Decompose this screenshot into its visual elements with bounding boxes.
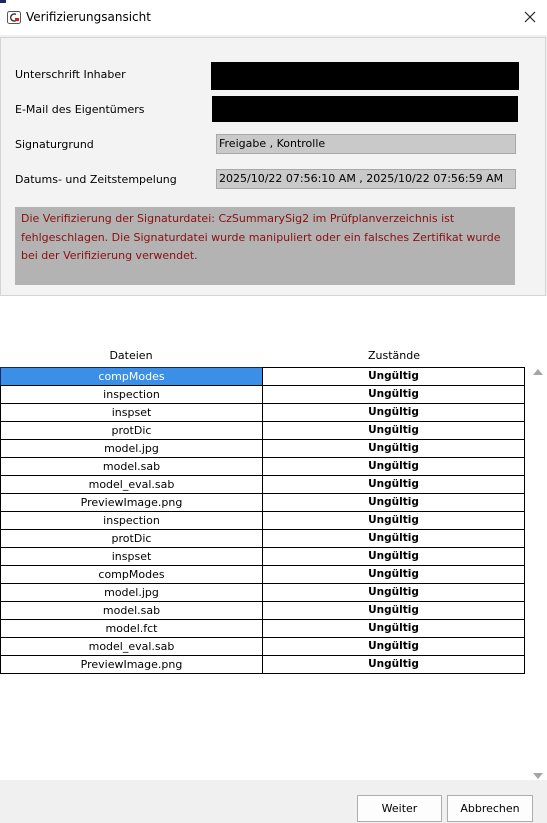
file-state-cell[interactable]: Ungültig	[262, 583, 525, 602]
file-name-cell[interactable]: model.jpg	[0, 439, 263, 458]
owner-email-redacted	[212, 96, 518, 122]
file-name-cell[interactable]: model.jpg	[0, 583, 263, 602]
table-row[interactable]: model_eval.sab Ungültig	[0, 637, 526, 656]
table-row[interactable]: compModes Ungültig	[0, 367, 526, 386]
file-name-cell[interactable]: model_eval.sab	[0, 637, 263, 656]
window-title: Verifizierungsansicht	[26, 10, 151, 24]
file-table: compModes Ungültig inspection Ungültig insps…	[0, 367, 526, 674]
file-name-cell[interactable]: model_eval.sab	[0, 475, 263, 494]
vertical-scrollbar[interactable]	[529, 369, 547, 781]
scroll-up-icon[interactable]	[533, 369, 543, 375]
file-state-cell[interactable]: Ungültig	[262, 475, 525, 494]
table-row[interactable]: model.fct Ungültig	[0, 619, 526, 638]
next-button[interactable]: Weiter	[357, 795, 442, 822]
scroll-down-icon[interactable]	[533, 773, 543, 779]
file-state-cell[interactable]: Ungültig	[262, 511, 525, 530]
file-name-cell[interactable]: inspset	[0, 547, 263, 566]
file-state-cell[interactable]: Ungültig	[262, 457, 525, 476]
file-state-cell[interactable]: Ungültig	[262, 565, 525, 584]
file-name-cell[interactable]: compModes	[0, 367, 263, 386]
file-name-cell[interactable]: inspection	[0, 385, 263, 404]
file-state-cell[interactable]: Ungültig	[262, 601, 525, 620]
file-name-cell[interactable]: protDic	[0, 529, 263, 548]
file-name-cell[interactable]: PreviewImage.png	[0, 655, 263, 674]
file-state-cell[interactable]: Ungültig	[262, 493, 525, 512]
file-state-cell[interactable]: Ungültig	[262, 403, 525, 422]
file-state-cell[interactable]: Ungültig	[262, 439, 525, 458]
owner-signature-redacted	[211, 62, 519, 90]
file-state-cell[interactable]: Ungültig	[262, 637, 525, 656]
file-state-cell[interactable]: Ungültig	[262, 619, 525, 638]
corner-mark	[0, 0, 6, 3]
column-header-files: Dateien	[109, 349, 153, 362]
signature-info-panel: Unterschrift Inhaber E-Mail des Eigentüm…	[0, 37, 546, 296]
file-name-cell[interactable]: inspection	[0, 511, 263, 530]
reason-label: Signaturgrund	[15, 138, 94, 151]
owner-email-label: E-Mail des Eigentümers	[15, 103, 145, 116]
file-status-list: Dateien Zustände compModes Ungültig inspec…	[0, 296, 547, 780]
table-row[interactable]: model.jpg Ungültig	[0, 583, 526, 602]
file-state-cell[interactable]: Ungültig	[262, 421, 525, 440]
file-name-cell[interactable]: PreviewImage.png	[0, 493, 263, 512]
reason-field: Freigabe , Kontrolle	[216, 134, 516, 154]
table-row[interactable]: inspection Ungültig	[0, 385, 526, 404]
file-state-cell[interactable]: Ungültig	[262, 655, 525, 674]
close-icon[interactable]	[519, 6, 541, 28]
column-header-states: Zustände	[367, 349, 420, 362]
table-row[interactable]: model_eval.sab Ungültig	[0, 475, 526, 494]
table-row[interactable]: protDic Ungültig	[0, 421, 526, 440]
file-state-cell[interactable]: Ungültig	[262, 547, 525, 566]
table-row[interactable]: compModes Ungültig	[0, 565, 526, 584]
file-state-cell[interactable]: Ungültig	[262, 367, 525, 386]
title-bar: Verifizierungsansicht	[0, 0, 547, 35]
file-state-cell[interactable]: Ungültig	[262, 385, 525, 404]
file-name-cell[interactable]: model.sab	[0, 457, 263, 476]
table-row[interactable]: model.jpg Ungültig	[0, 439, 526, 458]
owner-signature-label: Unterschrift Inhaber	[15, 68, 126, 81]
table-row[interactable]: PreviewImage.png Ungültig	[0, 655, 526, 674]
file-name-cell[interactable]: model.fct	[0, 619, 263, 638]
file-name-cell[interactable]: inspset	[0, 403, 263, 422]
file-name-cell[interactable]: protDic	[0, 421, 263, 440]
file-state-cell[interactable]: Ungültig	[262, 529, 525, 548]
timestamp-label: Datums- und Zeitstempelung	[15, 173, 177, 186]
app-icon	[7, 11, 21, 24]
button-bar: Weiter Abbrechen	[0, 780, 547, 823]
table-row[interactable]: PreviewImage.png Ungültig	[0, 493, 526, 512]
timestamp-field: 2025/10/22 07:56:10 AM , 2025/10/22 07:5…	[216, 169, 516, 189]
file-name-cell[interactable]: compModes	[0, 565, 263, 584]
error-message: Die Verifizierung der Signaturdatei: CzS…	[15, 207, 515, 285]
cancel-button[interactable]: Abbrechen	[447, 795, 533, 822]
table-row[interactable]: protDic Ungültig	[0, 529, 526, 548]
table-row[interactable]: model.sab Ungültig	[0, 457, 526, 476]
file-name-cell[interactable]: model.sab	[0, 601, 263, 620]
table-row[interactable]: inspset Ungültig	[0, 403, 526, 422]
table-row[interactable]: inspection Ungültig	[0, 511, 526, 530]
table-row[interactable]: inspset Ungültig	[0, 547, 526, 566]
table-row[interactable]: model.sab Ungültig	[0, 601, 526, 620]
